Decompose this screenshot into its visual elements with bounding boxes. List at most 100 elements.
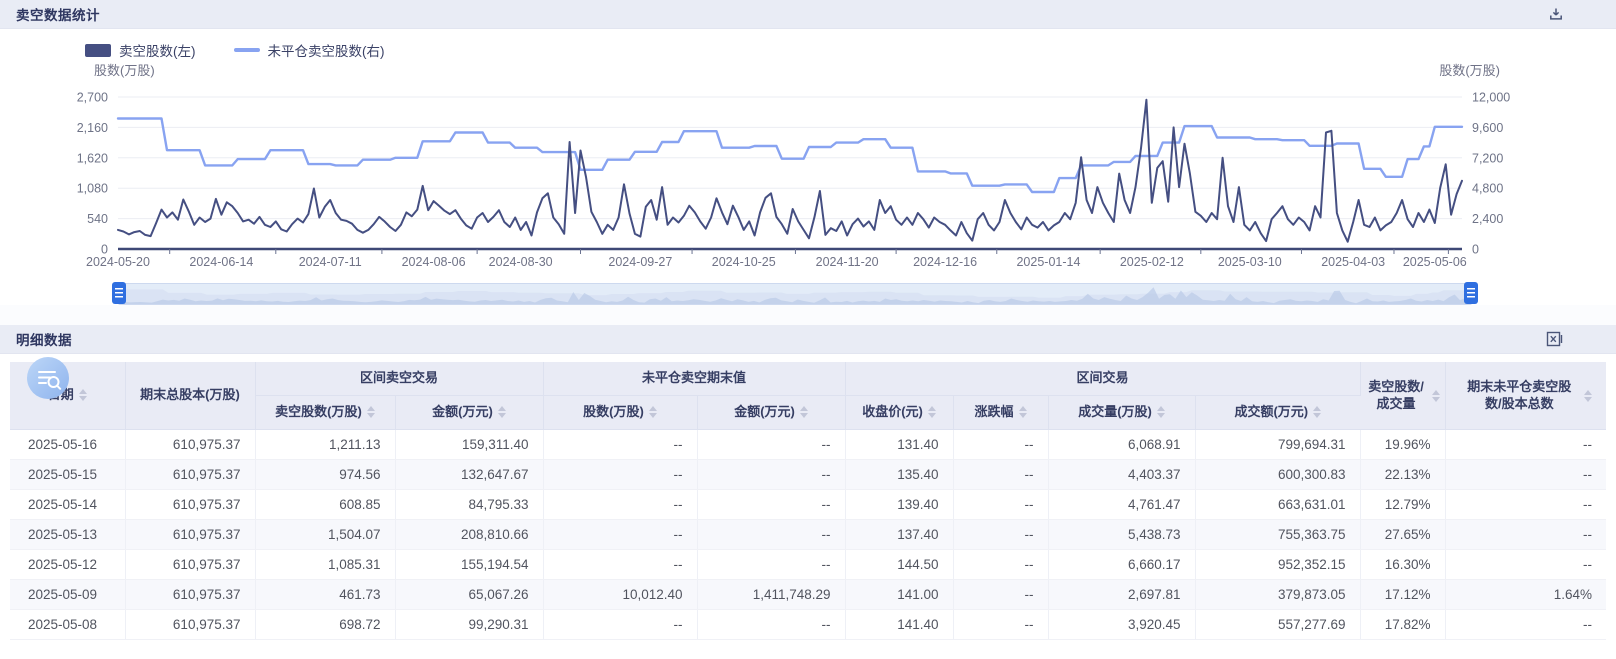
sort-icon[interactable] xyxy=(927,406,936,419)
sort-icon[interactable] xyxy=(366,406,375,419)
sort-icon[interactable] xyxy=(1584,389,1593,402)
svg-text:2024-08-30: 2024-08-30 xyxy=(489,255,553,269)
datazoom-right-handle-icon[interactable] xyxy=(1464,282,1478,304)
svg-text:2024-07-11: 2024-07-11 xyxy=(299,255,362,269)
datazoom-left-handle-icon[interactable] xyxy=(112,282,126,304)
col-header-volume[interactable]: 成交量(万股) xyxy=(1048,395,1196,430)
svg-text:2024-06-14: 2024-06-14 xyxy=(189,255,253,269)
cell-close_price: 131.40 xyxy=(845,429,954,460)
svg-text:1,620: 1,620 xyxy=(77,151,108,165)
svg-text:2024-09-27: 2024-09-27 xyxy=(608,255,672,269)
cell-total_share_capital: 610,975.37 xyxy=(125,519,256,550)
table-row: 2025-05-08 610,975.37 698.72 99,290.31 -- -- 1… xyxy=(10,609,1607,640)
table-card-header: 明细数据 xyxy=(0,325,1616,354)
legend-label: 未平仓卖空股数(右) xyxy=(267,44,385,59)
cell-short_amount: 84,795.33 xyxy=(395,489,544,520)
cell-turnover: 663,631.01 xyxy=(1195,489,1361,520)
cell-volume: 6,068.91 xyxy=(1048,429,1196,460)
cell-short_shares: 1,504.07 xyxy=(255,519,396,550)
sort-icon[interactable] xyxy=(78,389,87,402)
cell-open_shares: -- xyxy=(543,609,698,640)
cell-short_shares: 1,085.31 xyxy=(255,549,396,580)
sort-icon[interactable] xyxy=(1432,389,1441,402)
export-table-icon[interactable] xyxy=(1546,331,1564,347)
col-header-open-to-capital[interactable]: 期末未平仓卖空股数/股本总数 xyxy=(1445,362,1607,430)
svg-text:2024-05-20: 2024-05-20 xyxy=(86,255,150,269)
detail-table: 日期 期末总股本(万股) 区间卖空交易 未平仓卖空期末值 区间交易 卖空股数/成… xyxy=(10,362,1607,640)
cell-open_amount: -- xyxy=(697,609,846,640)
cell-open_to_capital: -- xyxy=(1445,489,1607,520)
legend-item-open-short-shares[interactable]: 未平仓卖空股数(右) xyxy=(233,40,385,60)
cell-short_amount: 155,194.54 xyxy=(395,549,544,580)
cell-volume: 4,761.47 xyxy=(1048,489,1196,520)
cell-close_price: 139.40 xyxy=(845,489,954,520)
svg-text:2025-03-10: 2025-03-10 xyxy=(1218,255,1282,269)
cell-open_to_capital: -- xyxy=(1445,519,1607,550)
sort-icon[interactable] xyxy=(1156,406,1165,419)
legend-rect-marker xyxy=(85,43,111,57)
table-card-title: 明细数据 xyxy=(16,333,72,348)
sort-icon[interactable] xyxy=(1018,406,1027,419)
table-row: 2025-05-13 610,975.37 1,504.07 208,810.66 --… xyxy=(10,519,1607,550)
table-body: 2025-05-16 610,975.37 1,211.13 159,311.40 --… xyxy=(10,429,1607,640)
cell-short_to_volume: 27.65% xyxy=(1360,519,1446,550)
svg-text:0: 0 xyxy=(1472,243,1479,257)
group-header-short-trade: 区间卖空交易 xyxy=(255,362,544,396)
datazoom-silhouette xyxy=(119,287,1471,304)
legend-item-short-shares[interactable]: 卖空股数(左) xyxy=(85,40,196,60)
cell-open_amount: -- xyxy=(697,429,846,460)
cell-close_price: 141.00 xyxy=(845,579,954,610)
detail-data-card: 明细数据 期末总股本(万股) 区间卖空交易 未平仓卖空期末值 区间交易 卖空股数… xyxy=(0,325,1616,640)
cell-turnover: 952,352.15 xyxy=(1195,549,1361,580)
cell-open_to_capital: -- xyxy=(1445,459,1607,490)
cell-open_to_capital: -- xyxy=(1445,609,1607,640)
cell-short_shares: 974.56 xyxy=(255,459,396,490)
table-filter-icon[interactable] xyxy=(26,356,70,400)
sort-icon[interactable] xyxy=(497,406,506,419)
sort-icon[interactable] xyxy=(799,406,808,419)
cell-turnover: 799,694.31 xyxy=(1195,429,1361,460)
col-header-short-amount[interactable]: 金额(万元) xyxy=(395,395,544,430)
sort-icon[interactable] xyxy=(648,406,657,419)
col-header-turnover[interactable]: 成交额(万元) xyxy=(1195,395,1361,430)
col-header-change-pct[interactable]: 涨跌幅 xyxy=(953,395,1049,430)
cell-change_pct: -- xyxy=(953,429,1049,460)
cell-short_amount: 65,067.26 xyxy=(395,579,544,610)
cell-short_to_volume: 16.30% xyxy=(1360,549,1446,580)
svg-text:2,700: 2,700 xyxy=(77,91,108,105)
table-header: 日期 期末总股本(万股) 区间卖空交易 未平仓卖空期末值 区间交易 卖空股数/成… xyxy=(10,362,1607,430)
cell-volume: 3,920.45 xyxy=(1048,609,1196,640)
cell-turnover: 755,363.75 xyxy=(1195,519,1361,550)
col-header-close-price[interactable]: 收盘价(元) xyxy=(845,395,954,430)
col-header-total-share-capital[interactable]: 期末总股本(万股) xyxy=(125,362,256,430)
cell-close_price: 144.50 xyxy=(845,549,954,580)
left-axis-name: 股数(万股) xyxy=(94,63,155,78)
group-header-open-short: 未平仓卖空期末值 xyxy=(543,362,846,396)
cell-date: 2025-05-08 xyxy=(10,609,126,640)
cell-open_to_capital: 1.64% xyxy=(1445,579,1607,610)
cell-volume: 5,438.73 xyxy=(1048,519,1196,550)
cell-date: 2025-05-12 xyxy=(10,549,126,580)
cell-change_pct: -- xyxy=(953,549,1049,580)
table-row: 2025-05-15 610,975.37 974.56 132,647.67 -- --… xyxy=(10,459,1607,490)
cell-short_amount: 159,311.40 xyxy=(395,429,544,460)
group-header-interval-trade: 区间交易 xyxy=(845,362,1361,396)
cell-open_shares: -- xyxy=(543,459,698,490)
chart-legend: 卖空股数(左) 未平仓卖空股数(右) xyxy=(0,41,1616,59)
cell-total_share_capital: 610,975.37 xyxy=(125,459,256,490)
col-header-short-shares[interactable]: 卖空股数(万股) xyxy=(255,395,396,430)
chart-area: 卖空股数(左) 未平仓卖空股数(右) 2,700 2,160 1,620 1,080 5… xyxy=(0,41,1616,305)
svg-text:1,080: 1,080 xyxy=(77,182,108,196)
svg-text:2025-04-03: 2025-04-03 xyxy=(1321,255,1385,269)
col-header-open-amount[interactable]: 金额(万元) xyxy=(697,395,846,430)
table-wrapper: 日期 期末总股本(万股) 区间卖空交易 未平仓卖空期末值 区间交易 卖空股数/成… xyxy=(0,354,1616,640)
cell-short_amount: 99,290.31 xyxy=(395,609,544,640)
datazoom-slider[interactable] xyxy=(112,282,1478,305)
sort-icon[interactable] xyxy=(1313,406,1322,419)
cell-open_amount: 1,411,748.29 xyxy=(697,579,846,610)
col-header-short-to-volume[interactable]: 卖空股数/成交量 xyxy=(1360,362,1446,430)
cell-open_amount: -- xyxy=(697,519,846,550)
download-icon[interactable] xyxy=(1548,6,1564,22)
legend-line-marker xyxy=(233,48,260,52)
col-header-open-shares[interactable]: 股数(万股) xyxy=(543,395,698,430)
